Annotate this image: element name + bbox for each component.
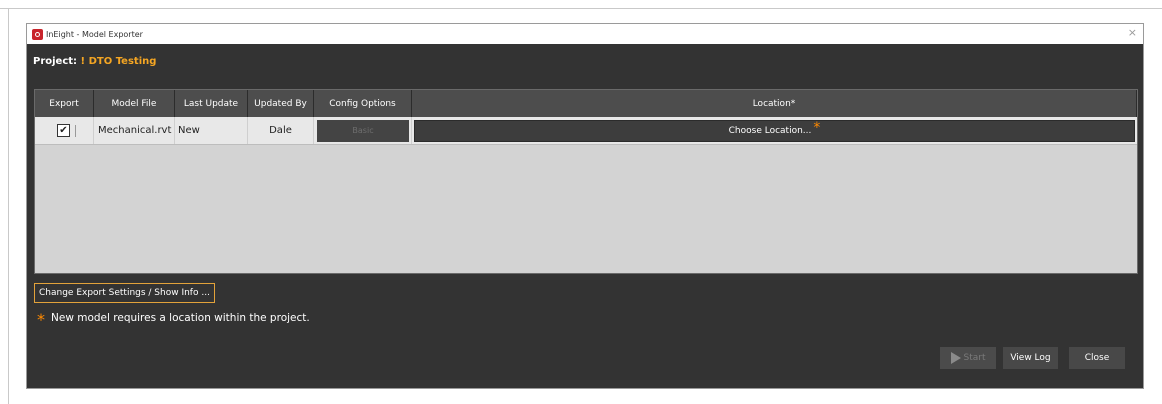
project-label: Project: (33, 56, 78, 67)
project-line: Project: ! DTO Testing (33, 56, 156, 67)
screen-left-border (8, 8, 9, 404)
last-update-cell: New (175, 117, 248, 144)
column-header-updated-by[interactable]: Updated By (248, 90, 314, 117)
column-header-export[interactable]: Export (35, 90, 94, 117)
model-grid: Export Model File Last Update Updated By… (34, 89, 1138, 274)
close-window-icon[interactable]: × (1128, 26, 1137, 40)
window-title: InEight - Model Exporter (46, 29, 143, 39)
view-log-button[interactable]: View Log (1003, 347, 1058, 369)
choose-location-button[interactable]: Choose Location... * (414, 119, 1135, 142)
column-header-model-file[interactable]: Model File (94, 90, 175, 117)
title-bar: InEight - Model Exporter × (27, 24, 1143, 44)
start-button[interactable]: Start (940, 347, 996, 369)
column-header-last-update[interactable]: Last Update (175, 90, 248, 117)
basic-config-button[interactable]: Basic (317, 119, 409, 142)
column-header-config-options[interactable]: Config Options (314, 90, 412, 117)
table-row[interactable]: ✔ Mechanical.rvt New Dale Basic Choose L… (35, 117, 1137, 145)
location-cell: Choose Location... * (412, 117, 1137, 144)
project-name: ! DTO Testing (80, 56, 157, 67)
choose-location-label: Choose Location... (728, 125, 812, 136)
play-icon (950, 352, 961, 364)
model-exporter-window: InEight - Model Exporter × Project: ! DT… (26, 23, 1144, 389)
dialog-body: Project: ! DTO Testing Export Model File… (27, 44, 1143, 388)
app-logo-icon (32, 28, 43, 40)
required-location-note: * New model requires a location within t… (37, 310, 310, 329)
change-export-settings-button[interactable]: Change Export Settings / Show Info ... (34, 283, 215, 303)
required-marker-icon: * (813, 119, 821, 136)
start-label: Start (963, 353, 986, 363)
checkbox-divider (75, 124, 76, 137)
required-asterisk-icon: * (37, 310, 45, 329)
column-header-location[interactable]: Location* (412, 90, 1137, 117)
config-options-cell: Basic (314, 117, 412, 144)
export-checkbox[interactable]: ✔ (57, 124, 70, 137)
grid-header: Export Model File Last Update Updated By… (35, 90, 1137, 117)
export-cell: ✔ (35, 117, 94, 144)
close-button[interactable]: Close (1069, 347, 1125, 369)
note-text: New model requires a location within the… (51, 312, 310, 324)
model-file-cell: Mechanical.rvt (94, 117, 175, 144)
updated-by-cell: Dale (248, 117, 314, 144)
screen-top-border (0, 8, 1162, 9)
